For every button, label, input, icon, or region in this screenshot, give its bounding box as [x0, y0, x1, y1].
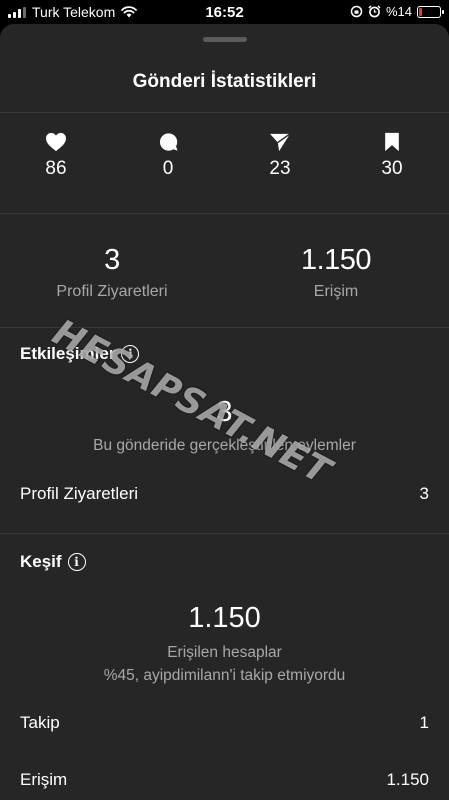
- stat-profile-visits: 3 Profil Ziyaretleri: [12, 244, 212, 301]
- interactions-subtitle: Bu gönderide gerçekleştirilen eylemler: [93, 437, 356, 454]
- discovery-total: 1.150: [188, 602, 261, 634]
- row-value: 3: [419, 484, 429, 503]
- saves-count: 30: [381, 158, 403, 179]
- comment-icon: [159, 133, 178, 151]
- list-item: Erişim 1.150: [20, 770, 429, 790]
- metric-saves: 30: [362, 132, 422, 180]
- reach-value: 1.150: [300, 244, 372, 276]
- interactions-total: 3: [216, 396, 233, 428]
- bookmark-icon: [385, 132, 399, 152]
- list-item: Takip 1: [20, 713, 429, 733]
- stat-reach: 1.150 Erişim: [236, 244, 436, 301]
- metric-likes: 86: [26, 132, 86, 180]
- reach-label: Erişim: [313, 283, 359, 300]
- row-value: 1: [419, 713, 429, 732]
- post-insights-sheet: Gönderi İstatistikleri 86 0 23 30 3 Prof…: [0, 24, 449, 800]
- row-label: Profil Ziyaretleri: [20, 484, 139, 503]
- interactions-title: Etkileşimler: [20, 344, 116, 363]
- comments-count: 0: [162, 158, 174, 179]
- battery-percent: %14: [385, 4, 412, 19]
- battery-level-fill: [419, 7, 422, 16]
- info-icon[interactable]: i: [121, 345, 140, 363]
- row-value: 1.150: [386, 770, 429, 789]
- row-label: Erişim: [20, 770, 68, 789]
- profile-visits-label: Profil Ziyaretleri: [56, 283, 168, 300]
- divider: [0, 213, 449, 214]
- discovery-note: %45, ayipdimilann'i takip etmiyordu: [103, 667, 346, 684]
- list-item: Profil Ziyaretleri 3: [20, 484, 429, 504]
- interactions-header: Etkileşimler i: [20, 344, 140, 364]
- sheet-drag-handle[interactable]: [203, 37, 247, 42]
- info-icon[interactable]: i: [67, 553, 86, 571]
- divider: [0, 112, 449, 113]
- profile-visits-value: 3: [104, 244, 120, 276]
- heart-icon: [46, 132, 66, 152]
- likes-count: 86: [45, 158, 67, 179]
- discovery-header: Keşif i: [20, 552, 86, 572]
- metric-shares: 23: [250, 132, 310, 180]
- sheet-title: Gönderi İstatistikleri: [132, 71, 317, 92]
- send-icon: [270, 133, 291, 152]
- status-right: %14: [350, 4, 444, 19]
- discovery-subtitle: Erişilen hesaplar: [167, 644, 282, 661]
- status-bar: Turk Telekom 16:52 %14: [0, 0, 449, 24]
- discovery-title: Keşif: [20, 552, 62, 571]
- shares-count: 23: [269, 158, 291, 179]
- row-label: Takip: [20, 713, 60, 732]
- metric-comments: 0: [138, 132, 198, 180]
- orientation-lock-icon: [350, 5, 363, 18]
- battery-icon: [417, 5, 444, 18]
- divider: [0, 327, 449, 328]
- alarm-icon: [368, 5, 381, 18]
- divider: [0, 533, 449, 534]
